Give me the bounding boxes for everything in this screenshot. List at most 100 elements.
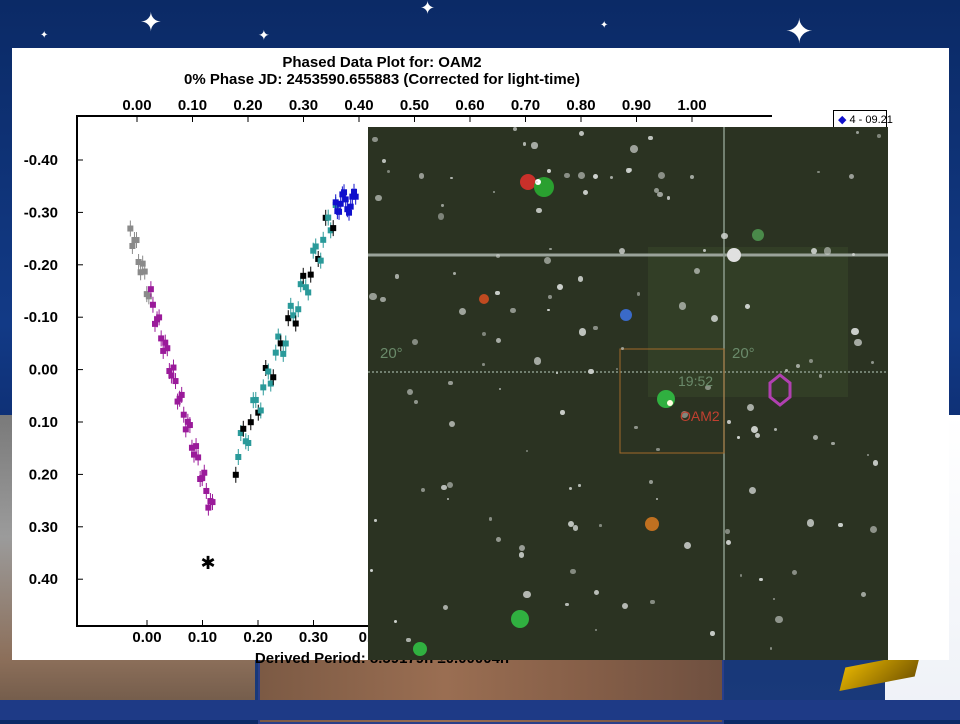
field-star [854, 338, 862, 346]
top-tick-label: 0.10 [178, 97, 207, 114]
field-star [441, 204, 444, 207]
star-icon: ✦ [600, 20, 609, 31]
diamond-icon: ◆ [838, 114, 847, 126]
field-star [578, 172, 585, 180]
field-star [522, 590, 531, 599]
data-point [317, 257, 324, 264]
data-point [245, 439, 252, 446]
data-point [201, 469, 208, 476]
y-tick-label: 0.20 [29, 466, 58, 483]
field-star [393, 620, 397, 624]
data-point [292, 320, 299, 327]
field-star [495, 338, 501, 343]
data-point [270, 374, 277, 381]
source-target [657, 390, 675, 408]
field-star [769, 647, 772, 650]
sky-image: 20° 20° 19:52 OAM2 [368, 127, 888, 660]
star-icon: ✦ [420, 0, 436, 19]
top-tick-label: 0.50 [400, 97, 429, 114]
star-icon: ✦ [258, 28, 270, 44]
star-icon: ✦ [140, 8, 162, 38]
source-target-core [667, 400, 673, 406]
data-point [252, 396, 259, 403]
grid-label-right: 20° [732, 345, 755, 362]
field-star [535, 180, 539, 184]
bottom-tick-label: 0.20 [243, 629, 272, 646]
data-point [232, 471, 239, 478]
data-point [172, 378, 179, 385]
field-star [523, 142, 527, 146]
field-star [872, 460, 879, 466]
field-star [744, 304, 750, 310]
field-star [861, 592, 866, 597]
field-star [817, 170, 820, 173]
data-point [320, 236, 327, 243]
top-tick-label: 0.40 [344, 97, 373, 114]
data-point [186, 422, 193, 429]
field-star [557, 283, 563, 290]
field-star [747, 403, 754, 411]
target-label: OAM2 [680, 408, 720, 424]
source-orange [479, 294, 489, 304]
field-star [488, 517, 493, 521]
field-star [791, 569, 797, 575]
field-star [812, 435, 818, 441]
top-tick-label: 0.90 [622, 97, 651, 114]
star-icon: ✦ [785, 12, 814, 52]
data-point [282, 340, 289, 347]
field-star [446, 482, 453, 489]
field-star [368, 292, 377, 301]
data-point [312, 243, 319, 250]
data-point [300, 272, 307, 279]
data-point [149, 301, 156, 308]
bottom-tick-label: 0.00 [132, 629, 161, 646]
y-tick-label: -0.10 [24, 309, 58, 326]
field-star [838, 522, 843, 528]
y-tick-label: -0.40 [24, 152, 58, 169]
field-star [546, 168, 551, 173]
y-tick-label: 0.10 [29, 414, 58, 431]
data-point [280, 350, 287, 357]
data-point [265, 368, 272, 375]
data-point [235, 453, 242, 460]
field-star [577, 276, 584, 282]
star-icon: ✦ [40, 30, 49, 41]
data-point [203, 487, 210, 494]
field-star [453, 271, 457, 275]
data-point [240, 425, 247, 432]
field-star [579, 328, 587, 336]
data-point [195, 454, 202, 461]
data-point [180, 411, 187, 418]
field-star [666, 196, 671, 200]
data-point [325, 214, 332, 221]
data-point [330, 225, 337, 232]
data-point [272, 349, 279, 356]
data-point [260, 384, 267, 391]
field-star [758, 577, 763, 582]
field-star [536, 207, 542, 213]
source-orange-2 [645, 517, 659, 531]
field-star [710, 314, 719, 322]
data-point [164, 345, 171, 352]
field-star [592, 325, 598, 331]
data-point [127, 225, 134, 232]
data-point [295, 306, 302, 313]
y-tick-label: -0.30 [24, 204, 58, 221]
field-star [369, 568, 373, 572]
y-tick-label: 0.00 [29, 362, 58, 379]
field-star [599, 524, 602, 528]
field-star [518, 552, 525, 558]
field-star [412, 338, 418, 345]
field-star [754, 432, 760, 438]
top-tick-label: 0.30 [289, 97, 318, 114]
field-star [870, 360, 874, 364]
field-star [382, 158, 386, 163]
outlier-point: ✱ [201, 553, 216, 573]
field-star [689, 175, 694, 180]
field-star [830, 441, 835, 446]
source-blue [620, 309, 632, 321]
field-star [387, 169, 391, 173]
top-tick-label: 0.80 [566, 97, 595, 114]
field-star [818, 374, 823, 378]
field-star [773, 427, 777, 431]
